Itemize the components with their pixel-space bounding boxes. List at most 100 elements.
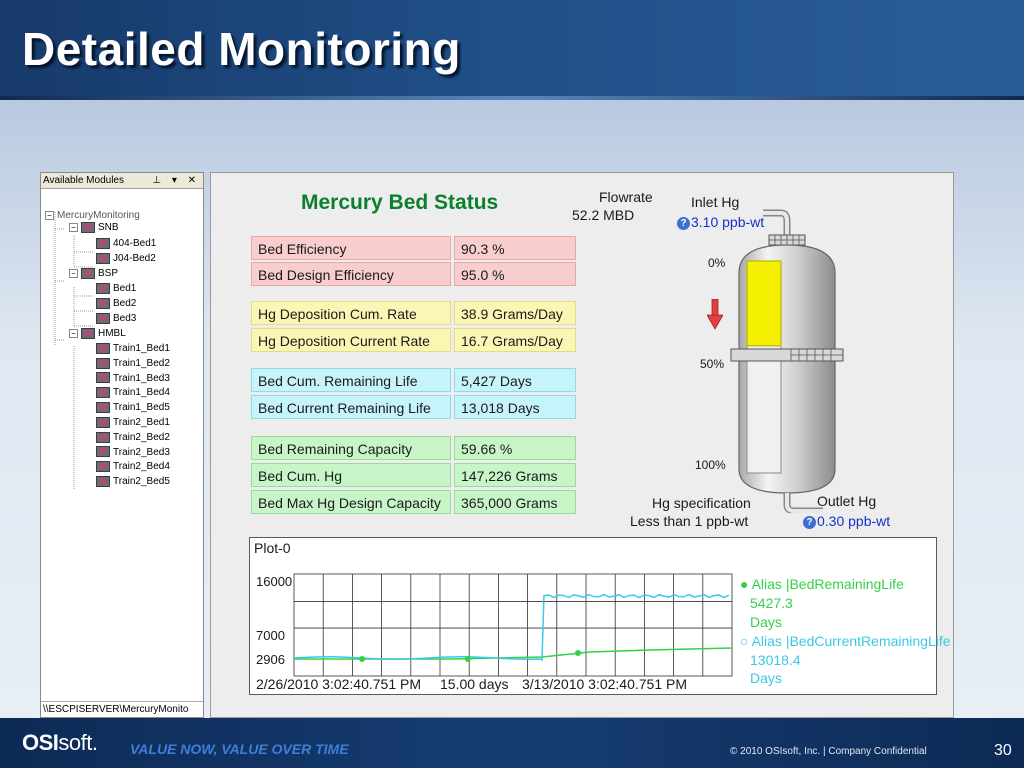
tree-node-label: Train2_Bed1 <box>113 417 170 428</box>
hg-deposition-current-value: 16.7 Grams/Day <box>454 328 576 352</box>
server-path: \\ESCPISERVER\MercuryMonito <box>41 701 203 717</box>
bed-cum-hg-label: Bed Cum. Hg <box>251 463 451 487</box>
tree-group-node[interactable]: − M HMBL <box>69 327 126 341</box>
tree-node-label: 404-Bed1 <box>113 238 157 249</box>
module-icon: M <box>96 416 110 428</box>
hg-deposition-cum-value: 38.9 Grams/Day <box>454 301 576 325</box>
status-title: Mercury Bed Status <box>301 191 499 214</box>
panel-controls[interactable]: ⊥ ▾ ✕ <box>152 173 200 188</box>
bed-cum-hg-value: 147,226 Grams <box>454 463 576 487</box>
series-marker <box>359 656 365 662</box>
help-icon[interactable]: ? <box>803 515 816 529</box>
tree-node-label: Bed2 <box>113 298 137 309</box>
plot-area <box>293 573 733 677</box>
tree-bed-node[interactable]: M Train1_Bed2 <box>96 357 170 371</box>
outlet-hg-value: ? 0.30 ppb-wt <box>803 513 890 529</box>
collapse-toggle-icon[interactable]: − <box>69 222 78 232</box>
tree-bed-node[interactable]: M Train1_Bed4 <box>96 386 170 400</box>
bed-design-efficiency-value: 95.0 % <box>454 262 576 286</box>
tree-bed-node[interactable]: M Bed2 <box>96 297 136 311</box>
legend-series-1-value: 5427.3 <box>750 595 793 611</box>
tree-bed-node[interactable]: M Train1_Bed5 <box>96 401 170 415</box>
slide-title: Detailed Monitoring <box>22 23 461 75</box>
help-icon[interactable]: ? <box>677 216 690 230</box>
tree-node-label: Train2_Bed2 <box>113 431 170 443</box>
tree-node-label: BSP <box>98 268 119 279</box>
tree-bed-node[interactable]: M Train2_Bed5 <box>96 475 170 489</box>
module-icon: M <box>96 446 110 458</box>
mercury-bed-display: Mercury Bed Status Bed Efficiency 90.3 %… <box>210 172 954 718</box>
tree-bed-node[interactable]: M Train1_Bed1 <box>96 342 170 356</box>
module-icon: M <box>96 402 110 414</box>
tree-group-node[interactable]: − M BSP <box>69 267 118 281</box>
tree-node-label: Bed1 <box>113 283 137 294</box>
tree-node-label: SNB <box>98 222 119 233</box>
tree-bed-node[interactable]: M J04-Bed2 <box>96 252 156 266</box>
module-icon: M <box>96 461 110 473</box>
tree-bed-node[interactable]: M Train1_Bed3 <box>96 372 170 386</box>
bed-level-fill <box>746 260 782 347</box>
bed-max-hg-design-capacity-label: Bed Max Hg Design Capacity <box>251 490 451 514</box>
tree-node-label: J04-Bed2 <box>113 253 156 264</box>
collapse-toggle-icon[interactable]: − <box>69 268 78 278</box>
trend-plot[interactable]: Plot-0 16000 7000 2906 2/26/2010 3:02:40… <box>249 537 951 695</box>
panel-header: Available Modules ⊥ ▾ ✕ <box>41 173 203 189</box>
module-icon: M <box>96 342 110 354</box>
legend-series-2-value: 13018.4 <box>750 652 801 668</box>
tree-node-label: HMBL <box>98 328 126 339</box>
module-icon: M <box>96 297 110 309</box>
module-icon: M <box>96 237 110 249</box>
hg-specification-value: Less than 1 ppb-wt <box>630 513 749 529</box>
module-icon: M <box>96 312 110 324</box>
y-tick-mid: 7000 <box>256 628 285 643</box>
tree-node-label: Train1_Bed4 <box>113 387 170 399</box>
module-icon: M <box>81 267 95 279</box>
module-icon: M <box>96 357 110 369</box>
bed-efficiency-label: Bed Efficiency <box>251 236 451 260</box>
tree-node-label: Train1_Bed5 <box>113 402 170 414</box>
collapse-toggle-icon[interactable]: − <box>69 328 78 338</box>
tree-bed-node[interactable]: M Train2_Bed3 <box>96 446 170 460</box>
plot-time-span: 15.00 days <box>440 676 509 692</box>
plot-start-time: 2/26/2010 3:02:40.751 PM <box>256 676 422 692</box>
module-icon: M <box>96 476 110 488</box>
legend-series-1[interactable]: ● Alias |BedRemainingLife <box>740 576 904 592</box>
y-tick-max: 16000 <box>256 574 293 589</box>
panel-title: Available Modules <box>43 175 124 186</box>
tree-node-label: Bed3 <box>113 313 137 324</box>
tree-bed-node[interactable]: M Train2_Bed1 <box>96 416 170 430</box>
hg-deposition-current-label: Hg Deposition Current Rate <box>251 328 451 352</box>
tree-bed-node[interactable]: M 404-Bed1 <box>96 237 156 251</box>
page-number: 30 <box>994 742 1012 759</box>
series-marker <box>575 650 581 656</box>
series-marker <box>465 656 471 662</box>
tree-bed-node[interactable]: M Bed1 <box>96 282 136 296</box>
osisoft-logo: OSIsoft. <box>22 730 98 755</box>
slide-header: Detailed Monitoring <box>0 0 1024 100</box>
bed-efficiency-value: 90.3 % <box>454 236 576 260</box>
tree-node-label: Train1_Bed1 <box>113 343 170 354</box>
legend-series-2-unit: Days <box>750 670 782 686</box>
tree-node-label: Train1_Bed2 <box>113 357 170 369</box>
level-trend-arrow-icon <box>707 299 723 330</box>
bed-design-efficiency-label: Bed Design Efficiency <box>251 262 451 286</box>
tree-bed-node[interactable]: M Train2_Bed2 <box>96 431 170 445</box>
tree-node-label: Train2_Bed5 <box>113 476 170 488</box>
module-icon: M <box>96 282 110 294</box>
legend-series-2[interactable]: ○ Alias |BedCurrentRemainingLife <box>740 633 951 649</box>
mercury-bed-vessel <box>730 209 844 513</box>
flowrate-value: 52.2 MBD <box>572 207 635 223</box>
flowrate-label: Flowrate <box>599 189 653 205</box>
bed-cum-remaining-life-value: 5,427 Days <box>454 368 576 392</box>
tagline: VALUE NOW, VALUE OVER TIME <box>130 741 349 757</box>
tree-bed-node[interactable]: M Bed3 <box>96 312 136 326</box>
copyright: © 2010 OSIsoft, Inc. | Company Confident… <box>730 746 927 757</box>
tree-bed-node[interactable]: M Train2_Bed4 <box>96 460 170 474</box>
module-icon: M <box>96 387 110 399</box>
bed-current-remaining-life-value: 13,018 Days <box>454 395 576 419</box>
tree-group-node[interactable]: − M SNB <box>69 221 119 235</box>
y-tick-min: 2906 <box>256 652 285 667</box>
module-icon: M <box>81 221 95 233</box>
tree-node-label: Train1_Bed3 <box>113 372 170 384</box>
collapse-toggle-icon[interactable]: − <box>45 210 54 220</box>
